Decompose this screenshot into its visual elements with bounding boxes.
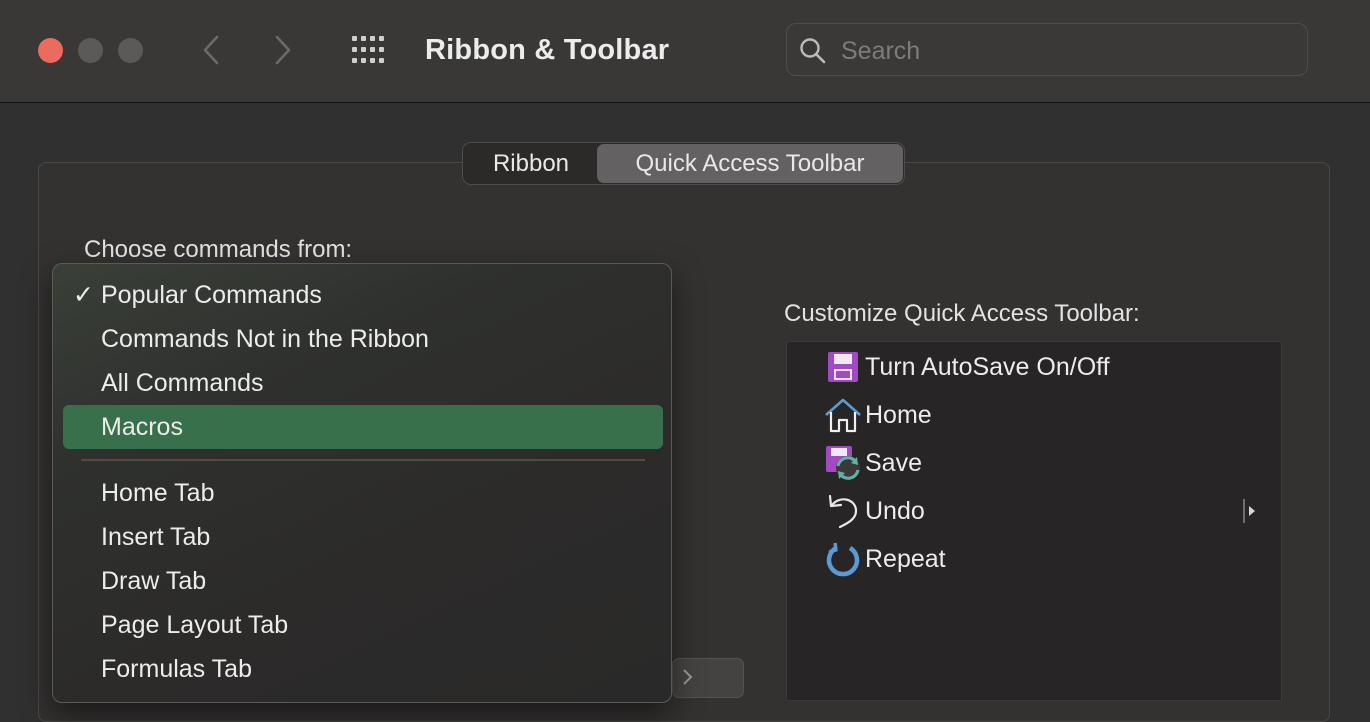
undo-icon: [823, 491, 863, 531]
menu-item-insert-tab[interactable]: Insert Tab: [63, 515, 663, 559]
menu-item-label: Page Layout Tab: [101, 610, 289, 639]
undo-submenu-arrow[interactable]: [1243, 498, 1257, 524]
zoom-window-button[interactable]: [118, 38, 143, 63]
list-item-save[interactable]: Save: [823, 441, 922, 485]
menu-item-label: Popular Commands: [101, 280, 322, 309]
menu-item-label: Commands Not in the Ribbon: [101, 324, 429, 353]
list-item-autosave[interactable]: Turn AutoSave On/Off: [823, 345, 1110, 389]
list-item-label: Repeat: [865, 544, 946, 573]
menu-separator: [81, 459, 645, 461]
tab-ribbon[interactable]: Ribbon: [467, 144, 595, 183]
submenu-arrow-icon: [1243, 499, 1255, 523]
close-window-button[interactable]: [38, 38, 63, 63]
add-command-button[interactable]: [672, 658, 744, 698]
list-item-repeat[interactable]: Repeat: [823, 537, 946, 581]
minimize-window-button[interactable]: [78, 38, 103, 63]
show-all-button[interactable]: [350, 33, 390, 67]
list-item-label: Turn AutoSave On/Off: [865, 352, 1110, 381]
menu-item-label: Draw Tab: [101, 566, 207, 595]
search-field[interactable]: [786, 23, 1308, 76]
search-icon: [800, 38, 826, 64]
menu-item-home-tab[interactable]: Home Tab: [63, 471, 663, 515]
menu-item-label: Insert Tab: [101, 522, 211, 551]
search-input[interactable]: [839, 32, 1293, 70]
menu-item-all-commands[interactable]: All Commands: [63, 361, 663, 405]
grid-icon: [352, 36, 384, 63]
title-bar: Ribbon & Toolbar: [0, 0, 1370, 103]
commands-source-menu[interactable]: ✓ Popular Commands Commands Not in the R…: [52, 263, 672, 703]
menu-item-label: Macros: [101, 412, 183, 441]
autosave-icon: [823, 347, 863, 387]
repeat-icon: [823, 539, 863, 579]
checkmark-icon: ✓: [73, 281, 94, 309]
list-item-label: Save: [865, 448, 922, 477]
chevron-left-icon: [203, 35, 219, 65]
save-sync-icon: [823, 443, 863, 483]
menu-item-commands-not-in-ribbon[interactable]: Commands Not in the Ribbon: [63, 317, 663, 361]
menu-item-label: Formulas Tab: [101, 654, 252, 683]
list-item-home[interactable]: Home: [823, 393, 932, 437]
customize-toolbar-label: Customize Quick Access Toolbar:: [784, 300, 1140, 327]
menu-item-macros[interactable]: Macros: [63, 405, 663, 449]
forward-button[interactable]: [266, 30, 300, 70]
menu-item-label: All Commands: [101, 368, 264, 397]
chevron-right-icon: [275, 35, 291, 65]
quick-access-toolbar-list[interactable]: Turn AutoSave On/Off Home Save Undo Repe…: [786, 341, 1282, 701]
list-item-undo[interactable]: Undo: [823, 489, 925, 533]
menu-item-page-layout-tab[interactable]: Page Layout Tab: [63, 603, 663, 647]
tab-switcher: Ribbon Quick Access Toolbar: [462, 142, 905, 185]
menu-item-draw-tab[interactable]: Draw Tab: [63, 559, 663, 603]
menu-item-formulas-tab[interactable]: Formulas Tab: [63, 647, 663, 691]
list-item-label: Home: [865, 400, 932, 429]
menu-item-popular-commands[interactable]: ✓ Popular Commands: [63, 273, 663, 317]
tab-quick-access-toolbar[interactable]: Quick Access Toolbar: [597, 144, 903, 183]
back-button[interactable]: [194, 30, 228, 70]
home-icon: [823, 395, 863, 435]
menu-item-label: Home Tab: [101, 478, 215, 507]
window-title: Ribbon & Toolbar: [425, 34, 670, 66]
chevron-right-icon: [683, 669, 693, 685]
choose-commands-label: Choose commands from:: [84, 236, 353, 263]
list-item-label: Undo: [865, 496, 925, 525]
